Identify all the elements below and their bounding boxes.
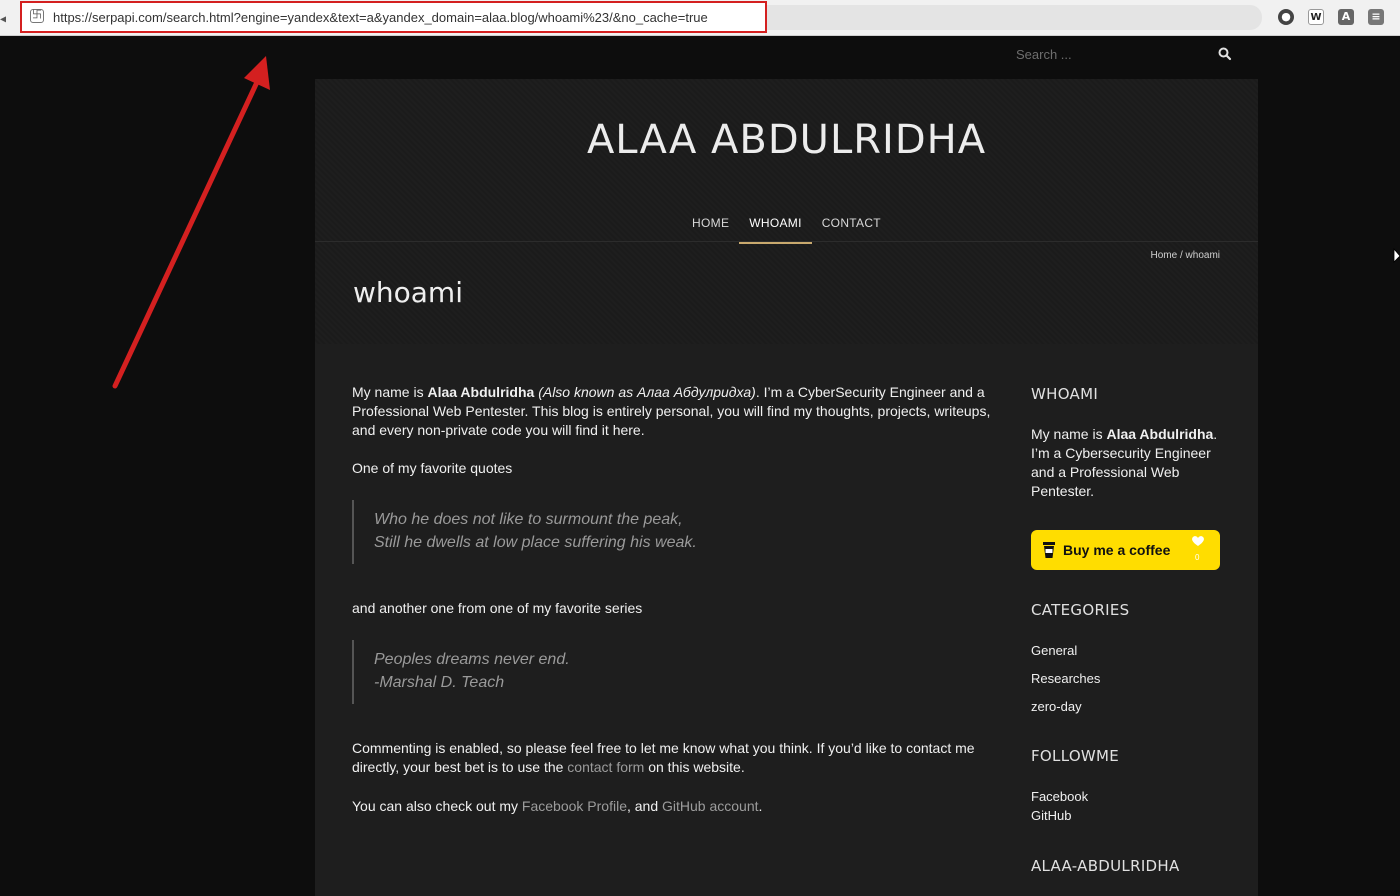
list-item: GitHub [1031, 806, 1088, 825]
buy-me-a-coffee-button[interactable]: Buy me a coffee 0 [1031, 530, 1220, 570]
heart-icon [1192, 536, 1204, 546]
coffee-cup-icon [1043, 542, 1055, 558]
list-item: Facebook [1031, 787, 1088, 806]
categories-list: General Researches zero-day [1031, 641, 1100, 725]
breadcrumb: Home / whoami [1151, 250, 1221, 261]
widget-title-whoami: WHOAMI [1031, 385, 1099, 403]
quote-line: Still he dwells at low place suffering h… [374, 534, 697, 551]
intro-text: My name is [352, 384, 428, 400]
shield-icon[interactable]: ● [1278, 9, 1294, 25]
search-form [1010, 42, 1240, 68]
translate-icon[interactable]: A [1338, 9, 1354, 25]
nav-whoami[interactable]: WHOAMI [739, 212, 812, 244]
category-researches-link[interactable]: Researches [1031, 671, 1100, 686]
nav-home[interactable]: HOME [682, 212, 739, 242]
comment-paragraph: Commenting is enabled, so please feel fr… [352, 739, 992, 777]
coffee-count: 0 [1195, 553, 1200, 562]
w-extension-icon[interactable]: W [1308, 9, 1324, 25]
site-header: ALAA ABDULRIDHA HOME WHOAMI CONTACT Home… [315, 79, 1258, 344]
profiles-text: You can also check out my [352, 798, 522, 814]
facebook-link[interactable]: Facebook [1031, 789, 1088, 804]
whoami-name: Alaa Abdulridha [1106, 426, 1214, 442]
main-nav: HOME WHOAMI CONTACT [315, 212, 1258, 244]
whoami-widget-text: My name is Alaa Abdulridha. I’m a Cybers… [1031, 425, 1221, 501]
quote-line: Who he does not like to surmount the pea… [374, 511, 683, 528]
list-item: zero-day [1031, 697, 1100, 725]
github-link[interactable]: GitHub [1031, 808, 1071, 823]
search-input[interactable] [1010, 42, 1210, 66]
list-item: General [1031, 641, 1100, 669]
nav-contact[interactable]: CONTACT [812, 212, 891, 242]
quotes-intro: One of my favorite quotes [352, 460, 513, 476]
widget-title-alaa-abdulridha: ALAA-ABDULRIDHA [1031, 857, 1180, 875]
search-icon[interactable] [1216, 45, 1234, 63]
github-account-link[interactable]: GitHub account [662, 798, 759, 814]
comment-text-end: on this website. [644, 759, 745, 775]
site-icon: 卐 [30, 9, 44, 23]
mouse-cursor-icon [1393, 248, 1400, 263]
profiles-paragraph: You can also check out my Facebook Profi… [352, 797, 762, 816]
list-item: Researches [1031, 669, 1100, 697]
category-zero-day-link[interactable]: zero-day [1031, 699, 1082, 714]
header-divider [315, 241, 1258, 242]
browser-toolbar: ◀ 卐 https://serpapi.com/search.html?engi… [0, 0, 1400, 36]
author-name: Alaa Abdulridha [427, 384, 535, 400]
back-icon[interactable]: ◀ [0, 9, 6, 27]
breadcrumb-home[interactable]: Home [1151, 250, 1178, 261]
follow-list: Facebook GitHub [1031, 787, 1088, 825]
facebook-profile-link[interactable]: Facebook Profile [522, 798, 627, 814]
profiles-text-end: . [758, 798, 763, 814]
breadcrumb-current: whoami [1185, 250, 1220, 261]
author-aka: (Also known as Алаа Абдулридха) [538, 384, 756, 400]
intro-paragraph: My name is Alaa Abdulridha (Also known a… [352, 383, 992, 440]
menu-icon[interactable]: ≡ [1368, 9, 1384, 25]
profiles-text-mid: , and [626, 798, 663, 814]
breadcrumb-separator: / [1177, 250, 1186, 261]
red-annotation-arrow [112, 56, 270, 389]
widget-title-categories: CATEGORIES [1031, 601, 1130, 619]
quote-line: Peoples dreams never end. [374, 651, 570, 668]
quote-line: -Marshal D. Teach [374, 674, 505, 691]
buy-me-a-coffee-label: Buy me a coffee [1063, 542, 1171, 558]
url-text[interactable]: https://serpapi.com/search.html?engine=y… [53, 10, 708, 25]
series-intro: and another one from one of my favorite … [352, 600, 643, 616]
quote-block: Who he does not like to surmount the pea… [352, 500, 972, 564]
page-title: whoami [353, 276, 463, 309]
quote-block: Peoples dreams never end. -Marshal D. Te… [352, 640, 972, 704]
category-general-link[interactable]: General [1031, 643, 1077, 658]
widget-title-followme: FOLLOWME [1031, 747, 1120, 765]
contact-form-link[interactable]: contact form [567, 759, 644, 775]
address-bar[interactable]: 卐 https://serpapi.com/search.html?engine… [20, 1, 767, 33]
site-title[interactable]: ALAA ABDULRIDHA [315, 117, 1258, 163]
whoami-text: My name is [1031, 426, 1107, 442]
